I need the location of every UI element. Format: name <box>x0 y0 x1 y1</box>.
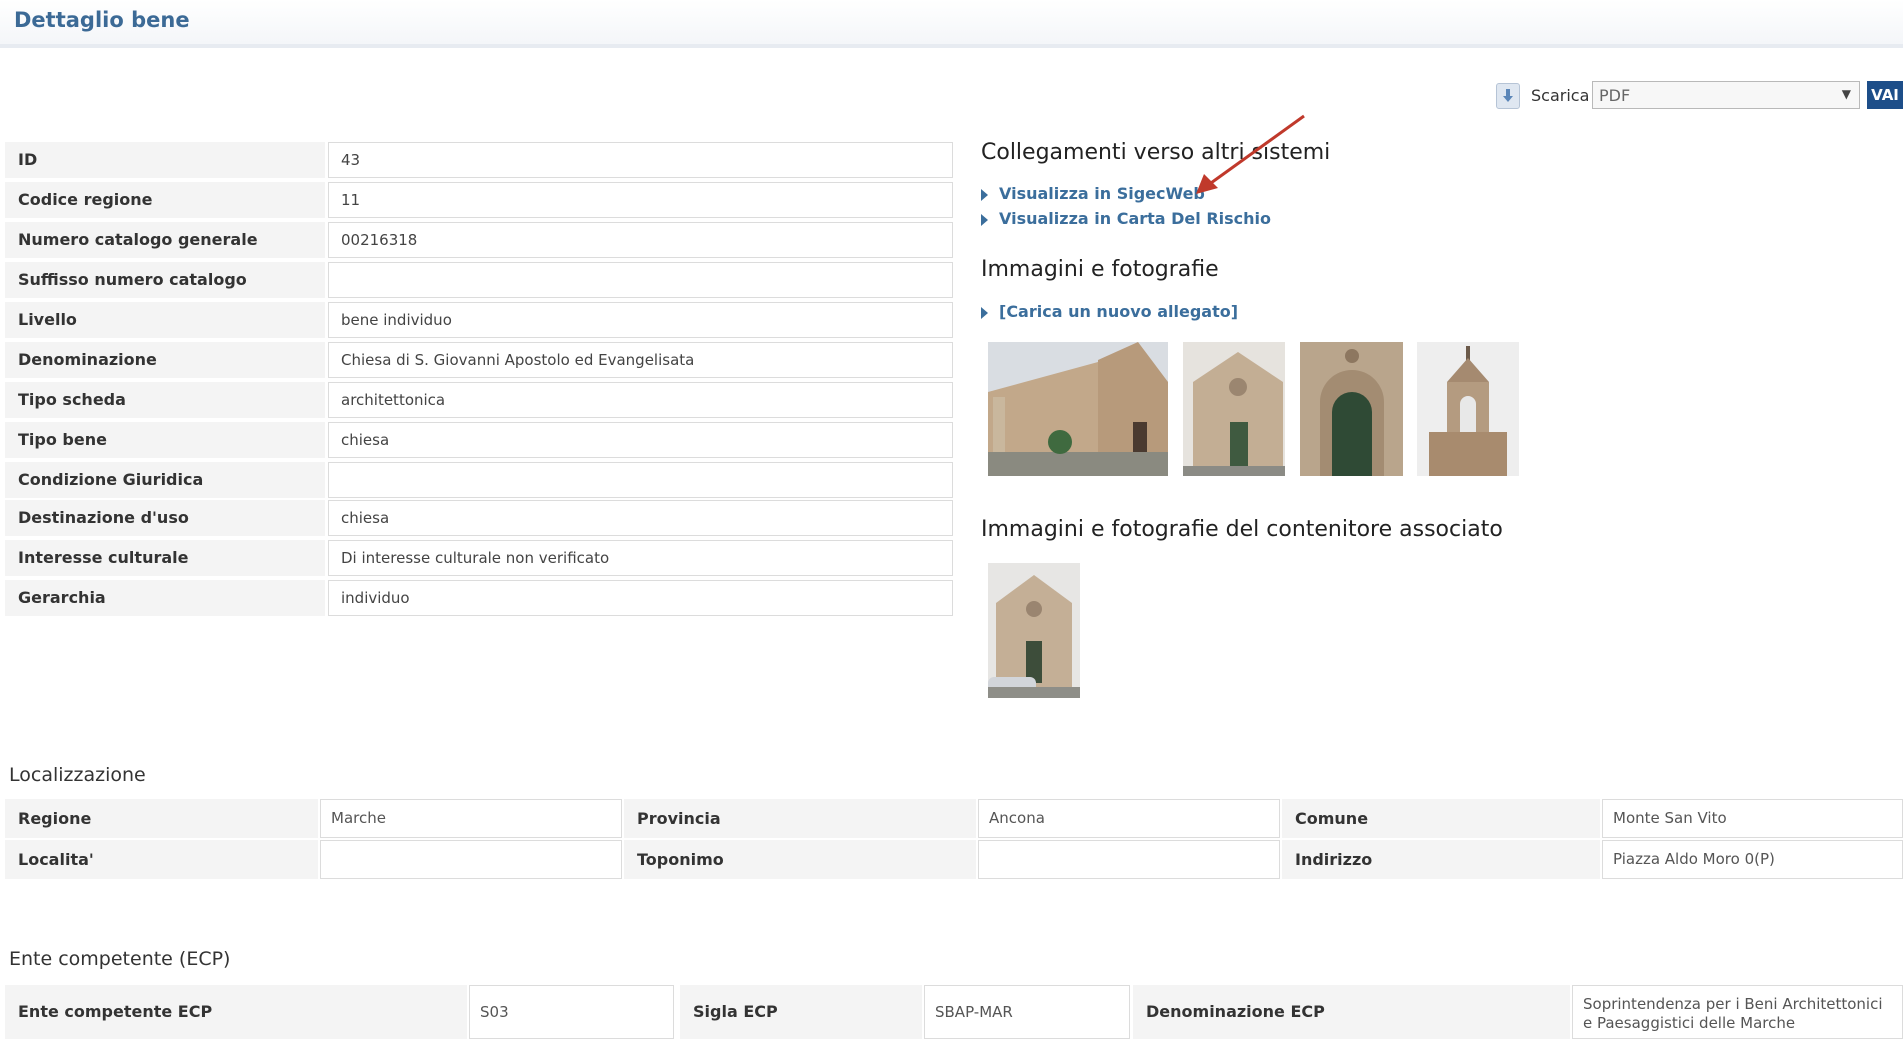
sigla-ecp-value: SBAP-MAR <box>924 985 1130 1039</box>
detail-label: Destinazione d'uso <box>5 500 325 536</box>
denominazione-ecp-value: Soprintendenza per i Beni Architettonici… <box>1572 985 1903 1039</box>
denominazione-ecp-line1: Soprintendenza per i Beni Architettonici <box>1583 995 1883 1013</box>
download-icon[interactable] <box>1496 83 1520 109</box>
regione-value: Marche <box>320 799 622 838</box>
detail-row-tipo-scheda: Tipo scheda architettonica <box>5 382 953 418</box>
denominazione-ecp-label: Denominazione ECP <box>1133 985 1570 1039</box>
detail-label: Livello <box>5 302 325 338</box>
detail-value <box>328 262 953 298</box>
detail-value: chiesa <box>328 500 953 536</box>
detail-label: Denominazione <box>5 342 325 378</box>
ecp-title: Ente competente (ECP) <box>9 948 231 970</box>
indirizzo-label: Indirizzo <box>1282 840 1600 879</box>
format-select-value: PDF <box>1599 86 1631 105</box>
detail-label: Gerarchia <box>5 580 325 616</box>
provincia-label: Provincia <box>624 799 976 838</box>
triangle-right-icon <box>981 213 988 226</box>
detail-row-codice-regione: Codice regione 11 <box>5 182 953 218</box>
page-title: Dettaglio bene <box>14 8 190 32</box>
ente-ecp-value: S03 <box>469 985 674 1039</box>
detail-label: ID <box>5 142 325 178</box>
photo-thumbnail[interactable] <box>1300 342 1403 476</box>
upload-attachment-link[interactable]: [Carica un nuovo allegato] <box>981 302 1238 321</box>
denominazione-ecp-line2: e Paesaggistici delle Marche <box>1583 1014 1796 1032</box>
detail-row-suffisso: Suffisso numero catalogo generale <box>5 262 953 325</box>
upload-attachment-label[interactable]: [Carica un nuovo allegato] <box>999 302 1238 321</box>
detail-row-id: ID 43 <box>5 142 953 178</box>
detail-value: bene individuo <box>328 302 953 338</box>
chevron-down-icon: ▼ <box>1841 87 1851 101</box>
localita-value <box>320 840 622 879</box>
link-sigecweb[interactable]: Visualizza in SigecWeb <box>981 184 1205 203</box>
link-carta-rischio-label[interactable]: Visualizza in Carta Del Rischio <box>999 209 1271 228</box>
photo-thumbnail[interactable] <box>1417 342 1519 476</box>
detail-value: chiesa <box>328 422 953 458</box>
indirizzo-value: Piazza Aldo Moro 0(P) <box>1602 840 1903 879</box>
detail-row-destinazione: Destinazione d'uso chiesa <box>5 500 953 536</box>
detail-value <box>328 462 953 498</box>
localizzazione-title: Localizzazione <box>9 764 146 786</box>
vai-button[interactable]: VAI <box>1867 81 1903 109</box>
toponimo-value <box>978 840 1280 879</box>
sigla-ecp-label: Sigla ECP <box>680 985 922 1039</box>
detail-value: 00216318 <box>328 222 953 258</box>
detail-row-gerarchia: Gerarchia individuo <box>5 580 953 616</box>
ente-ecp-label: Ente competente ECP <box>5 985 467 1039</box>
detail-label: Interesse culturale <box>5 540 325 576</box>
link-carta-rischio[interactable]: Visualizza in Carta Del Rischio <box>981 209 1271 228</box>
triangle-right-icon <box>981 306 988 319</box>
detail-row-numero-catalogo: Numero catalogo generale 00216318 <box>5 222 953 258</box>
detail-value: 43 <box>328 142 953 178</box>
detail-label: Tipo scheda <box>5 382 325 418</box>
detail-label: Tipo bene <box>5 422 325 458</box>
detail-label: Condizione Giuridica <box>5 462 325 498</box>
container-images-title: Immagini e fotografie del contenitore as… <box>981 517 1503 542</box>
page-header <box>0 0 1903 48</box>
comune-label: Comune <box>1282 799 1600 838</box>
photo-thumbnail[interactable] <box>1183 342 1285 476</box>
images-section-title: Immagini e fotografie <box>981 257 1219 282</box>
link-sigecweb-label[interactable]: Visualizza in SigecWeb <box>999 184 1205 203</box>
comune-value: Monte San Vito <box>1602 799 1903 838</box>
format-select[interactable]: PDF ▼ <box>1592 81 1860 109</box>
download-label: Scarica <box>1531 86 1590 105</box>
toponimo-label: Toponimo <box>624 840 976 879</box>
detail-row-interesse-culturale: Interesse culturale Di interesse cultura… <box>5 540 953 576</box>
detail-label: Numero catalogo generale <box>5 222 325 258</box>
detail-value: Chiesa di S. Giovanni Apostolo ed Evange… <box>328 342 953 378</box>
detail-row-denominazione: Denominazione Chiesa di S. Giovanni Apos… <box>5 342 953 378</box>
regione-label: Regione <box>5 799 318 838</box>
detail-label: Codice regione <box>5 182 325 218</box>
provincia-value: Ancona <box>978 799 1280 838</box>
annotation-arrow-icon <box>1196 114 1305 194</box>
detail-value: individuo <box>328 580 953 616</box>
container-photo-thumbnail[interactable] <box>988 563 1080 698</box>
localita-label: Localita' <box>5 840 318 879</box>
detail-value: 11 <box>328 182 953 218</box>
detail-value: architettonica <box>328 382 953 418</box>
detail-label: Suffisso numero catalogo generale <box>5 262 325 325</box>
detail-value: Di interesse culturale non verificato <box>328 540 953 576</box>
triangle-right-icon <box>981 188 988 201</box>
detail-row-tipo-bene: Tipo bene chiesa <box>5 422 953 458</box>
photo-thumbnail[interactable] <box>988 342 1168 476</box>
detail-row-condizione-giuridica: Condizione Giuridica <box>5 462 953 498</box>
detail-row-livello: Livello bene individuo <box>5 302 953 338</box>
